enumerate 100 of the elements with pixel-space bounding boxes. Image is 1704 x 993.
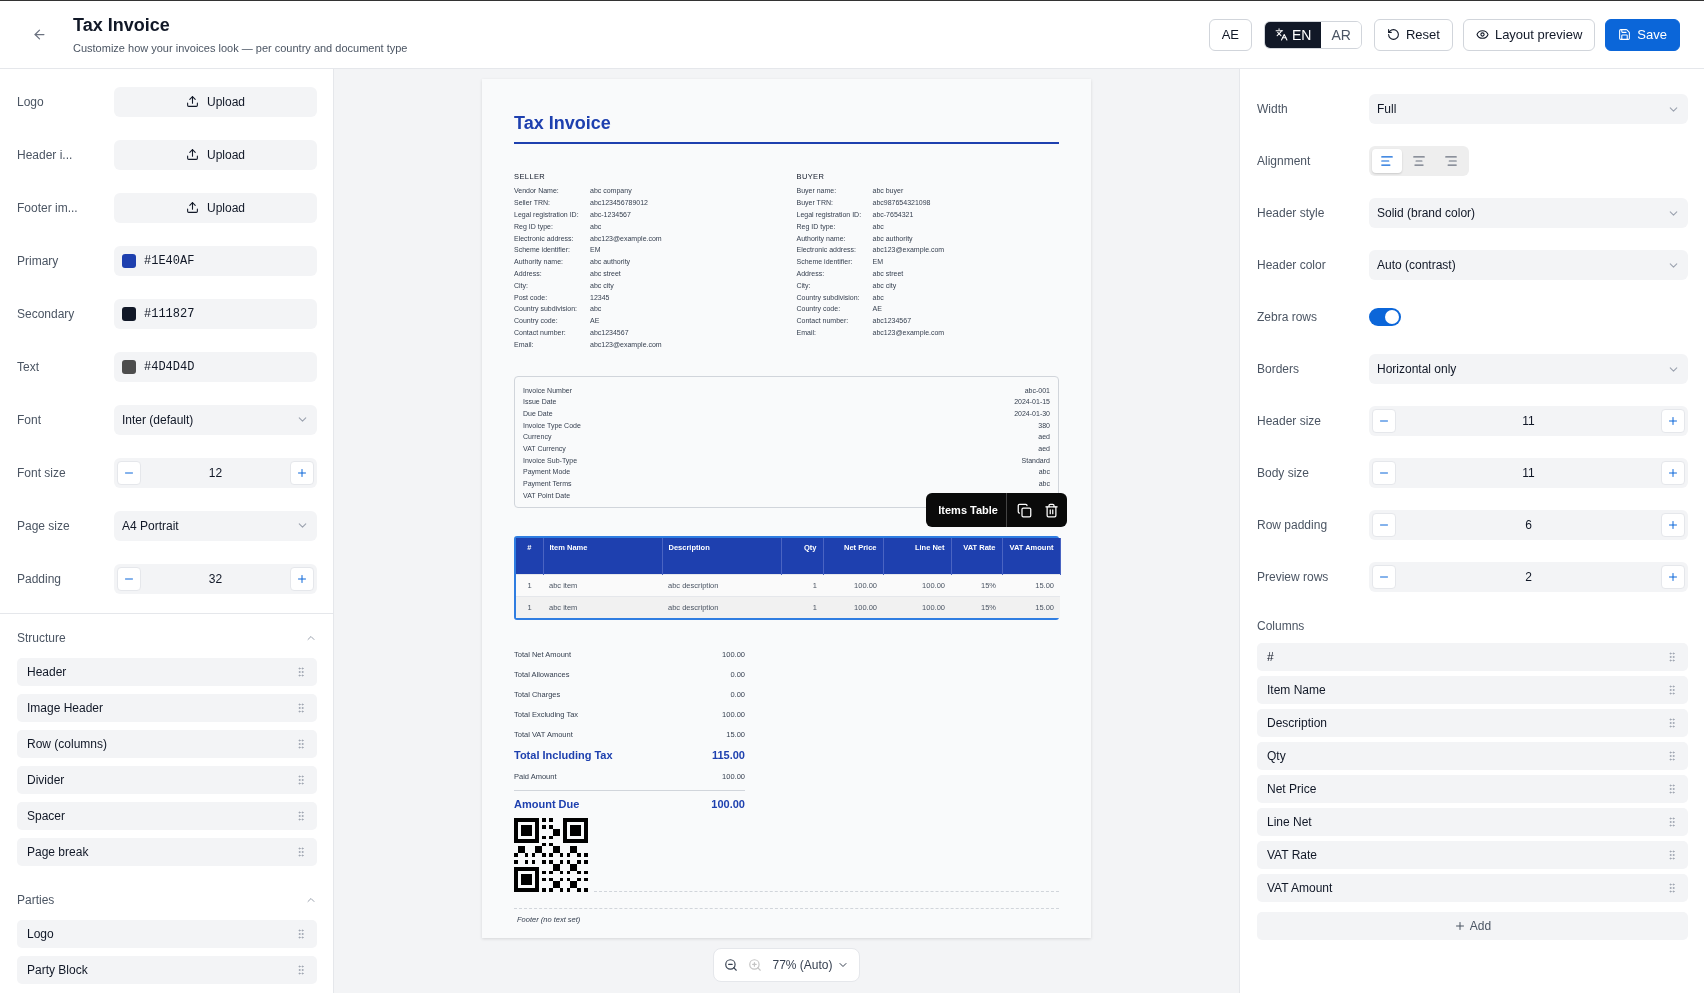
block-item[interactable]: Image Header	[17, 694, 317, 722]
select-field[interactable]: Inter (default)	[114, 404, 317, 435]
total-label: Amount Due	[514, 797, 580, 810]
align-left-icon	[1380, 154, 1394, 168]
select-field[interactable]: Full	[1369, 94, 1688, 124]
select-field[interactable]: Solid (brand color)	[1369, 198, 1688, 228]
drag-handle-icon[interactable]	[295, 738, 307, 750]
column-item[interactable]: Item Name	[1257, 676, 1688, 704]
rotate-icon	[1386, 28, 1400, 41]
section-header[interactable]: Structure	[17, 628, 317, 648]
drag-handle-icon[interactable]	[1666, 717, 1678, 729]
language-tab[interactable]: EN	[1265, 21, 1322, 48]
drag-handle-icon[interactable]	[295, 964, 307, 976]
drag-handle-icon[interactable]	[295, 810, 307, 822]
increment-button[interactable]	[1661, 409, 1685, 433]
plus-icon	[1667, 415, 1679, 427]
select-field[interactable]: Auto (contrast)	[1369, 250, 1688, 280]
column-item[interactable]: #	[1257, 643, 1688, 671]
select-field[interactable]: Horizontal only	[1369, 354, 1688, 384]
page-subtitle: Customize how your invoices look — per country and document type	[73, 42, 409, 54]
stepper-value: 2	[1524, 570, 1533, 584]
total-label: Total Including Tax	[514, 749, 613, 762]
country-button[interactable]: AE	[1208, 18, 1253, 51]
section-header[interactable]: Parties	[17, 890, 317, 910]
select-field[interactable]: A4 Portrait	[114, 510, 317, 541]
stepper-value: 11	[1521, 414, 1536, 428]
column-item[interactable]: Description	[1257, 709, 1688, 737]
color-field[interactable]: #111827	[114, 298, 317, 329]
increment-button[interactable]	[290, 566, 314, 591]
zoom-select[interactable]: 77% (Auto)	[772, 958, 849, 972]
color-field[interactable]: #4D4D4D	[114, 351, 317, 382]
drag-handle-icon[interactable]	[1666, 816, 1678, 828]
increment-button[interactable]	[1661, 513, 1685, 537]
block-item[interactable]: Header	[17, 658, 317, 686]
block-item[interactable]: Divider	[17, 766, 317, 794]
add-column-button[interactable]: Add	[1257, 912, 1688, 940]
column-item[interactable]: VAT Rate	[1257, 841, 1688, 869]
drag-handle-icon[interactable]	[1666, 684, 1678, 696]
drag-handle-icon[interactable]	[295, 666, 307, 678]
upload-button[interactable]: Upload	[114, 86, 317, 117]
columns-title: Columns	[1257, 619, 1306, 633]
drag-handle-icon[interactable]	[1666, 783, 1678, 795]
toolbar-label: Items Table	[938, 493, 1007, 528]
block-item[interactable]: Party Block	[17, 956, 317, 984]
decrement-button[interactable]	[117, 460, 141, 485]
plus-icon	[1667, 571, 1679, 583]
column-item[interactable]: Line Net	[1257, 808, 1688, 836]
copy-icon	[1017, 502, 1032, 518]
setting-label: Font	[17, 412, 42, 427]
setting-label: Width	[1257, 102, 1289, 116]
increment-button[interactable]	[290, 460, 314, 485]
color-field[interactable]: #1E40AF	[114, 245, 317, 276]
plus-icon	[296, 466, 308, 479]
number-stepper[interactable]: 12	[114, 457, 317, 488]
drag-handle-icon[interactable]	[295, 774, 307, 786]
eye-icon	[1475, 28, 1489, 41]
number-stepper[interactable]: 2	[1369, 562, 1688, 592]
reset-button[interactable]: Reset	[1373, 18, 1453, 51]
column-item[interactable]: Qty	[1257, 742, 1688, 770]
decrement-button[interactable]	[1372, 513, 1396, 537]
setting-label: Padding	[17, 571, 63, 586]
align-right-icon	[1444, 154, 1458, 168]
drag-handle-icon[interactable]	[1666, 750, 1678, 762]
number-stepper[interactable]: 32	[114, 563, 317, 594]
setting-label: Secondary	[17, 306, 76, 321]
block-item[interactable]: Spacer	[17, 802, 317, 830]
column-item[interactable]: Net Price	[1257, 775, 1688, 803]
number-stepper[interactable]: 6	[1369, 510, 1688, 540]
block-item[interactable]: Page break	[17, 838, 317, 866]
decrement-button[interactable]	[117, 566, 141, 591]
number-stepper[interactable]: 11	[1369, 406, 1688, 436]
setting-label: Body size	[1257, 466, 1311, 480]
drag-handle-icon[interactable]	[295, 846, 307, 858]
decrement-button[interactable]	[1372, 409, 1396, 433]
decrement-button[interactable]	[1372, 461, 1396, 485]
drag-handle-icon[interactable]	[1666, 849, 1678, 861]
block-item[interactable]: Logo	[17, 920, 317, 948]
stepper-value: 6	[1524, 518, 1533, 532]
column-item[interactable]: VAT Amount	[1257, 874, 1688, 902]
drag-handle-icon[interactable]	[295, 702, 307, 714]
stepper-value: 12	[207, 465, 224, 480]
upload-button[interactable]: Upload	[114, 192, 317, 223]
toggle-switch[interactable]	[1369, 308, 1401, 326]
save-button[interactable]: Save	[1605, 18, 1680, 51]
number-stepper[interactable]: 11	[1369, 458, 1688, 488]
preview-button[interactable]: Layout preview	[1462, 18, 1596, 51]
drag-handle-icon[interactable]	[1666, 651, 1678, 663]
decrement-button[interactable]	[1372, 565, 1396, 589]
drag-handle-icon[interactable]	[1666, 882, 1678, 894]
plus-icon	[296, 572, 308, 585]
zoom-in-button[interactable]	[748, 958, 763, 972]
increment-button[interactable]	[1661, 565, 1685, 589]
zoom-out-button[interactable]	[724, 958, 739, 972]
upload-button[interactable]: Upload	[114, 139, 317, 170]
setting-label: Logo	[17, 94, 45, 109]
block-item[interactable]: Row (columns)	[17, 730, 317, 758]
drag-handle-icon[interactable]	[295, 928, 307, 940]
increment-button[interactable]	[1661, 461, 1685, 485]
trash-icon	[1044, 502, 1059, 518]
align-button[interactable]	[1372, 149, 1402, 173]
